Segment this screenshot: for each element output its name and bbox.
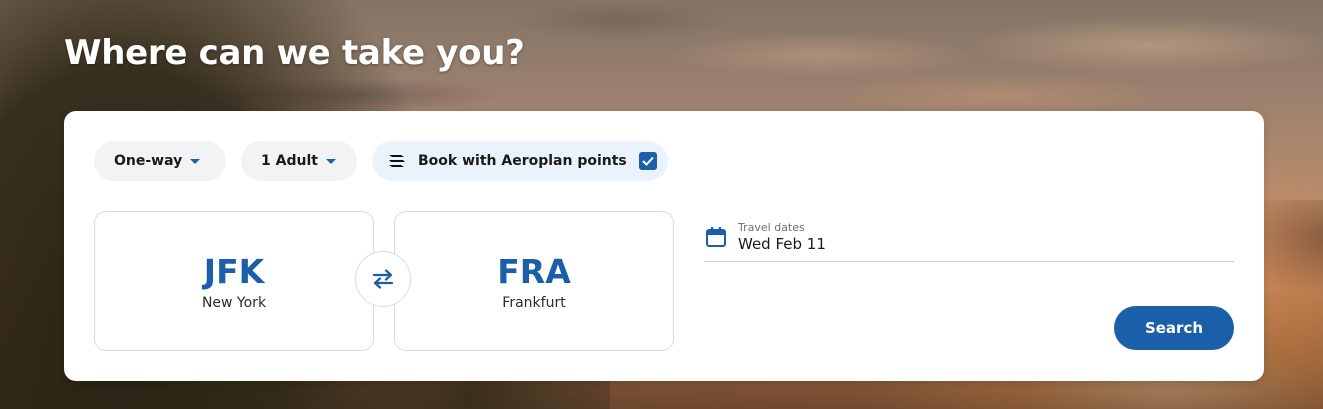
- swap-airports-button[interactable]: [355, 251, 411, 307]
- trip-type-dropdown[interactable]: One-way: [94, 141, 226, 181]
- destination-code: FRA: [497, 252, 571, 291]
- origin-code: JFK: [203, 252, 265, 291]
- travel-dates-label: Travel dates: [738, 221, 805, 234]
- swap-arrows-icon: [372, 269, 394, 289]
- passengers-label: 1 Adult: [261, 153, 318, 169]
- trip-type-label: One-way: [114, 153, 183, 169]
- travel-dates-value: Wed Feb 11: [738, 235, 826, 253]
- passengers-dropdown[interactable]: 1 Adult: [241, 141, 357, 181]
- destination-airport-field[interactable]: FRA Frankfurt: [394, 211, 674, 351]
- aeroplan-points-checkbox[interactable]: [638, 152, 657, 170]
- flight-search-card: One-way 1 Adult Book with Aeroplan point…: [64, 111, 1264, 381]
- calendar-icon: [706, 227, 726, 247]
- chevron-down-icon: [325, 158, 336, 164]
- aeroplan-points-label: Book with Aeroplan points: [418, 153, 627, 169]
- page-title: Where can we take you?: [64, 33, 525, 73]
- aeroplan-points-toggle[interactable]: Book with Aeroplan points: [372, 141, 668, 181]
- origin-city: New York: [201, 295, 267, 311]
- search-button[interactable]: Search: [1114, 306, 1234, 350]
- aeroplan-icon: [388, 153, 406, 169]
- hero-background: Where can we take you? One-way 1 Adult B…: [0, 0, 1323, 409]
- travel-dates-field[interactable]: Travel dates Wed Feb 11: [704, 219, 1234, 262]
- chevron-down-icon: [190, 158, 201, 164]
- origin-airport-field[interactable]: JFK New York: [94, 211, 374, 351]
- checkmark-icon: [642, 156, 654, 166]
- destination-city: Frankfurt: [502, 295, 566, 311]
